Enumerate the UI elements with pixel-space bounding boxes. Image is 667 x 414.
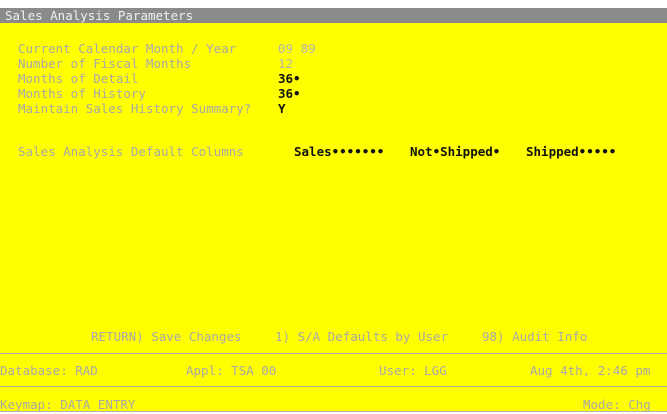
window-title: Sales Analysis Parameters xyxy=(5,8,194,23)
months-of-history-label: Months of History xyxy=(18,86,146,101)
database-status: Database: RAD xyxy=(0,363,98,378)
form-panel: Current Calendar Month / Year Number of … xyxy=(0,23,667,353)
keymap-status: Keymap: DATA ENTRY xyxy=(0,397,136,412)
title-bar: Sales Analysis Parameters xyxy=(0,8,667,23)
status-bar: Database: RAD Appl: TSA 00 User: LGG Aug… xyxy=(0,354,667,386)
audit-info-command[interactable]: 98) Audit Info xyxy=(482,329,587,344)
months-of-detail-label: Months of Detail xyxy=(18,71,139,86)
months-of-detail-field[interactable]: 36• xyxy=(278,71,301,86)
terminal-screen: Sales Analysis Parameters Current Calend… xyxy=(0,0,667,414)
months-of-history-field[interactable]: 36• xyxy=(278,86,301,101)
default-column-1-field[interactable]: Sales••••••• xyxy=(294,144,384,159)
save-changes-command[interactable]: RETURN) Save Changes xyxy=(91,329,242,344)
defaults-by-user-command[interactable]: 1) S/A Defaults by User xyxy=(275,329,448,344)
application-status: Appl: TSA 00 xyxy=(186,363,277,378)
keymap-bar: Keymap: DATA ENTRY Mode: Chg xyxy=(0,387,667,412)
user-status: User: LGG xyxy=(379,363,447,378)
default-columns-label: Sales Analysis Default Columns xyxy=(18,144,244,159)
mode-status: Mode: Chg xyxy=(583,397,651,412)
maintain-summary-label: Maintain Sales History Summary? xyxy=(18,101,252,116)
fiscal-months-value: 12 xyxy=(278,56,294,71)
default-column-2-field[interactable]: Not•Shipped• xyxy=(410,144,500,159)
keymap-separator-bottom xyxy=(0,411,667,412)
default-column-3-field[interactable]: Shipped••••• xyxy=(526,144,616,159)
calendar-month-year-label: Current Calendar Month / Year xyxy=(18,41,237,56)
datetime-status: Aug 4th, 2:46 pm xyxy=(530,363,651,378)
calendar-month-year-value: 09 89 xyxy=(278,41,316,56)
maintain-summary-field[interactable]: Y xyxy=(278,101,286,116)
fiscal-months-label: Number of Fiscal Months xyxy=(18,56,192,71)
